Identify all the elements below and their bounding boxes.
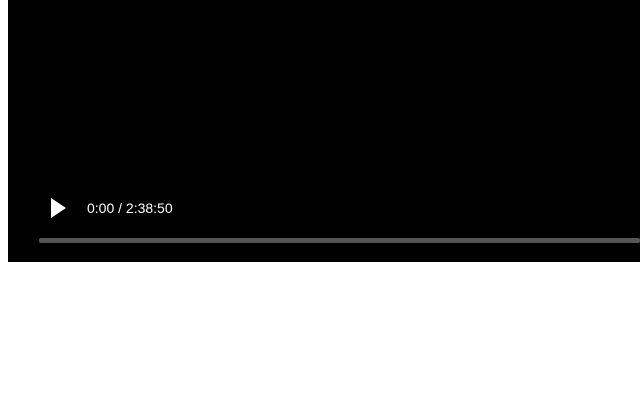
play-icon xyxy=(51,198,66,218)
video-player[interactable]: 0:00 / 2:38:50 xyxy=(8,0,640,262)
page: 0:00 / 2:38:50 xyxy=(0,0,640,400)
play-button[interactable] xyxy=(43,194,73,222)
progress-bar[interactable] xyxy=(39,238,640,243)
duration: 2:38:50 xyxy=(125,200,173,216)
time-separator: / xyxy=(114,200,126,216)
current-time: 0:00 xyxy=(87,200,115,216)
video-controls: 0:00 / 2:38:50 xyxy=(8,190,640,226)
time-display: 0:00 / 2:38:50 xyxy=(87,199,173,217)
